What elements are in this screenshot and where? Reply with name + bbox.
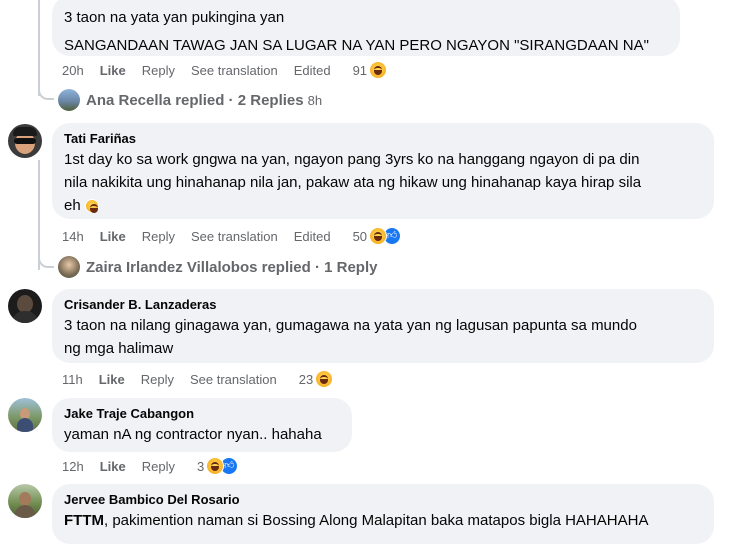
see-translation-link[interactable]: See translation xyxy=(191,229,278,244)
reaction-summary[interactable]: 23 xyxy=(298,370,334,388)
comment-text: 3 taon na yata yan pukingina yan xyxy=(64,9,285,26)
comment-time[interactable]: 12h xyxy=(62,459,84,474)
see-translation-link[interactable]: See translation xyxy=(190,372,277,387)
like-button[interactable]: Like xyxy=(100,459,126,474)
comment-bubble: Tati Fariñas 1st day ko sa work gngwa na… xyxy=(52,123,714,219)
haha-reaction-icon xyxy=(369,61,388,79)
replies-time: 8h xyxy=(307,92,323,108)
reply-button[interactable]: Reply xyxy=(141,372,174,387)
haha-reaction-icon xyxy=(315,370,334,388)
comment-time[interactable]: 20h xyxy=(62,63,84,78)
comment-actions: 20h Like Reply See translation Edited 91 xyxy=(62,60,462,80)
replies-label: Ana Recella replied · 2 Replies xyxy=(86,91,304,109)
comment-bubble: 3 taon na yata yan pukingina yan SANGAND… xyxy=(52,0,680,56)
comment-text: ng mga halimaw xyxy=(64,340,174,357)
avatar[interactable] xyxy=(8,398,42,432)
comment-actions: 11h Like Reply See translation 23 xyxy=(62,369,402,389)
haha-reaction-icon xyxy=(369,227,388,245)
thread-curve xyxy=(38,86,54,100)
comment-time[interactable]: 14h xyxy=(62,229,84,244)
avatar xyxy=(58,256,80,278)
comment-author[interactable]: Tati Fariñas xyxy=(64,131,702,147)
reaction-count: 23 xyxy=(298,371,314,387)
comment-actions: 12h Like Reply 3 👍︎ xyxy=(62,456,282,476)
see-translation-link[interactable]: See translation xyxy=(191,63,278,78)
mention-link[interactable]: FTTM xyxy=(64,512,104,529)
comment-author[interactable]: Jervee Bambico Del Rosario xyxy=(64,492,702,508)
comment-bubble: Crisander B. Lanzaderas 3 taon na nilang… xyxy=(52,289,714,363)
comment-text: 3 taon na nilang ginagawa yan, gumagawa … xyxy=(64,317,637,334)
avatar xyxy=(58,89,80,111)
comment-text-line: eh xyxy=(64,197,81,214)
reaction-summary[interactable]: 50 👍︎ xyxy=(352,227,402,245)
comment-bubble: Jervee Bambico Del Rosario FTTM, pakimen… xyxy=(52,484,714,544)
like-button[interactable]: Like xyxy=(99,372,125,387)
comment-text: eh xyxy=(64,196,702,216)
avatar[interactable] xyxy=(8,484,42,518)
avatar[interactable] xyxy=(8,124,42,158)
comment-text: SANGANDAAN TAWAG JAN SA LUGAR NA YAN PER… xyxy=(64,37,649,54)
thread-line xyxy=(38,0,40,96)
comment-text: nila nakikita ung hinahanap nila jan, pa… xyxy=(64,174,642,191)
comment-bubble: Jake Traje Cabangon yaman nA ng contract… xyxy=(52,398,352,452)
reply-button[interactable]: Reply xyxy=(142,459,175,474)
reaction-count: 3 xyxy=(196,458,205,474)
edited-label: Edited xyxy=(293,228,331,244)
like-button[interactable]: Like xyxy=(100,63,126,78)
comment-actions: 14h Like Reply See translation Edited 50… xyxy=(62,226,462,246)
like-button[interactable]: Like xyxy=(100,229,126,244)
replies-label: Zaira Irlandez Villalobos replied · 1 Re… xyxy=(86,258,378,276)
haha-reaction-icon xyxy=(206,457,225,475)
reaction-summary[interactable]: 91 xyxy=(352,61,388,79)
reaction-summary[interactable]: 3 👍︎ xyxy=(196,457,239,475)
avatar[interactable] xyxy=(8,289,42,323)
comment-time[interactable]: 11h xyxy=(62,372,83,387)
view-replies-link[interactable]: Ana Recella replied · 2 Replies 8h xyxy=(58,89,322,111)
crying-laughing-emoji-icon xyxy=(84,199,99,213)
comment-text-rest: , pakimention naman si Bossing Along Mal… xyxy=(103,512,649,529)
edited-label: Edited xyxy=(293,62,331,78)
comment-author[interactable]: Crisander B. Lanzaderas xyxy=(64,297,702,313)
reply-button[interactable]: Reply xyxy=(142,229,175,244)
reaction-count: 91 xyxy=(352,62,368,78)
view-replies-link[interactable]: Zaira Irlandez Villalobos replied · 1 Re… xyxy=(58,256,377,278)
thread-curve xyxy=(38,254,54,268)
comment-text: 1st day ko sa work gngwa na yan, ngayon … xyxy=(64,151,640,168)
reaction-count: 50 xyxy=(352,228,368,244)
comment-text: FTTM, pakimention naman si Bossing Along… xyxy=(64,511,702,531)
reply-button[interactable]: Reply xyxy=(142,63,175,78)
comment-author[interactable]: Jake Traje Cabangon xyxy=(64,406,340,422)
comment-text: yaman nA ng contractor nyan.. hahaha xyxy=(64,426,322,443)
